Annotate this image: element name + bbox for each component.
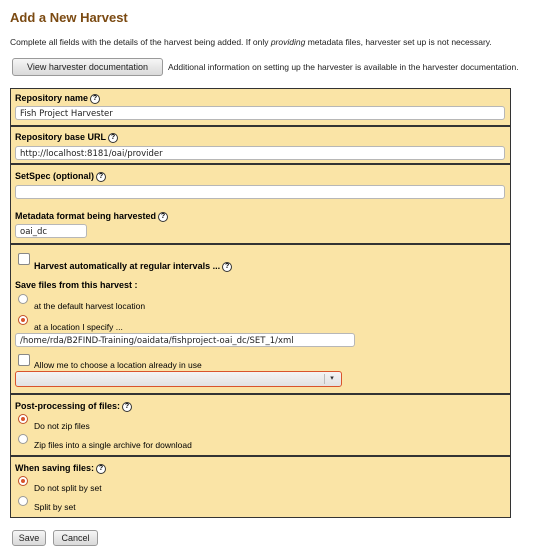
- post-processing-section: Post-processing of files:? Do not zip fi…: [10, 394, 511, 456]
- zip-radio[interactable]: [18, 434, 28, 444]
- help-icon[interactable]: ?: [96, 171, 107, 182]
- split-radio[interactable]: [18, 496, 28, 506]
- intro-text: Complete all fields with the details of …: [10, 37, 492, 47]
- auto-harvest-label-text: Harvest automatically at regular interva…: [34, 261, 221, 271]
- save-button[interactable]: Save: [12, 530, 46, 546]
- base-url-input[interactable]: http://localhost:8181/oai/provider: [15, 146, 505, 160]
- repository-name-label: Repository name?: [15, 93, 101, 104]
- repository-name-label-text: Repository name: [15, 93, 89, 103]
- base-url-label: Repository base URL?: [15, 132, 119, 143]
- post-processing-label: Post-processing of files:?: [15, 401, 133, 412]
- help-icon[interactable]: ?: [96, 463, 107, 474]
- chevron-down-icon: ▾: [330, 375, 334, 382]
- choose-existing-label: Allow me to choose a location already in…: [34, 360, 202, 370]
- help-icon[interactable]: ?: [222, 261, 233, 272]
- auto-harvest-label: Harvest automatically at regular interva…: [34, 261, 233, 272]
- setspec-format-section: SetSpec (optional)? Metadata format bein…: [10, 164, 511, 244]
- existing-location-select[interactable]: ▾: [15, 371, 342, 387]
- view-documentation-button[interactable]: View harvester documentation: [12, 58, 163, 76]
- when-saving-label: When saving files:?: [15, 463, 107, 474]
- save-path-input[interactable]: /home/rda/B2FIND-Training/oaidata/fishpr…: [15, 333, 355, 347]
- save-files-label: Save files from this harvest :: [15, 280, 138, 290]
- select-divider: [324, 374, 325, 384]
- setspec-label: SetSpec (optional)?: [15, 171, 107, 182]
- choose-existing-checkbox[interactable]: [18, 354, 30, 366]
- help-icon[interactable]: ?: [108, 132, 119, 143]
- when-saving-section: When saving files:? Do not split by set …: [10, 456, 511, 518]
- no-split-label: Do not split by set: [34, 483, 102, 493]
- cancel-button[interactable]: Cancel: [53, 530, 98, 546]
- help-icon[interactable]: ?: [158, 211, 169, 222]
- intro-text-start: Complete all fields with the details of …: [10, 37, 271, 47]
- auto-harvest-checkbox[interactable]: [18, 253, 30, 265]
- help-icon[interactable]: ?: [122, 401, 133, 412]
- page-title: Add a New Harvest: [10, 10, 128, 25]
- setspec-label-text: SetSpec (optional): [15, 171, 95, 181]
- default-location-radio[interactable]: [18, 294, 28, 304]
- metadata-format-label: Metadata format being harvested?: [15, 211, 169, 222]
- no-split-radio[interactable]: [18, 476, 28, 486]
- intro-text-emphasis: providing: [270, 37, 306, 47]
- documentation-info-text: Additional information on setting up the…: [168, 62, 519, 72]
- specify-location-label: at a location I specify ...: [34, 322, 123, 332]
- base-url-section: Repository base URL? http://localhost:81…: [10, 126, 511, 164]
- help-icon[interactable]: ?: [90, 93, 101, 104]
- default-location-label: at the default harvest location: [34, 301, 146, 311]
- when-saving-label-text: When saving files:: [15, 463, 95, 473]
- base-url-label-text: Repository base URL: [15, 132, 107, 142]
- repository-name-input[interactable]: Fish Project Harvester: [15, 106, 505, 120]
- metadata-format-input[interactable]: oai_dc: [15, 224, 87, 238]
- save-location-section: Harvest automatically at regular interva…: [10, 244, 511, 394]
- no-zip-label: Do not zip files: [34, 421, 90, 431]
- no-zip-radio[interactable]: [18, 414, 28, 424]
- repository-name-section: Repository name? Fish Project Harvester: [10, 88, 511, 126]
- split-label: Split by set: [34, 502, 76, 512]
- metadata-format-label-text: Metadata format being harvested: [15, 211, 157, 221]
- setspec-input[interactable]: [15, 185, 505, 199]
- specify-location-radio[interactable]: [18, 315, 28, 325]
- post-processing-label-text: Post-processing of files:: [15, 401, 121, 411]
- intro-text-end: metadata files, harvester set up is not …: [305, 37, 492, 47]
- zip-label: Zip files into a single archive for down…: [34, 440, 192, 450]
